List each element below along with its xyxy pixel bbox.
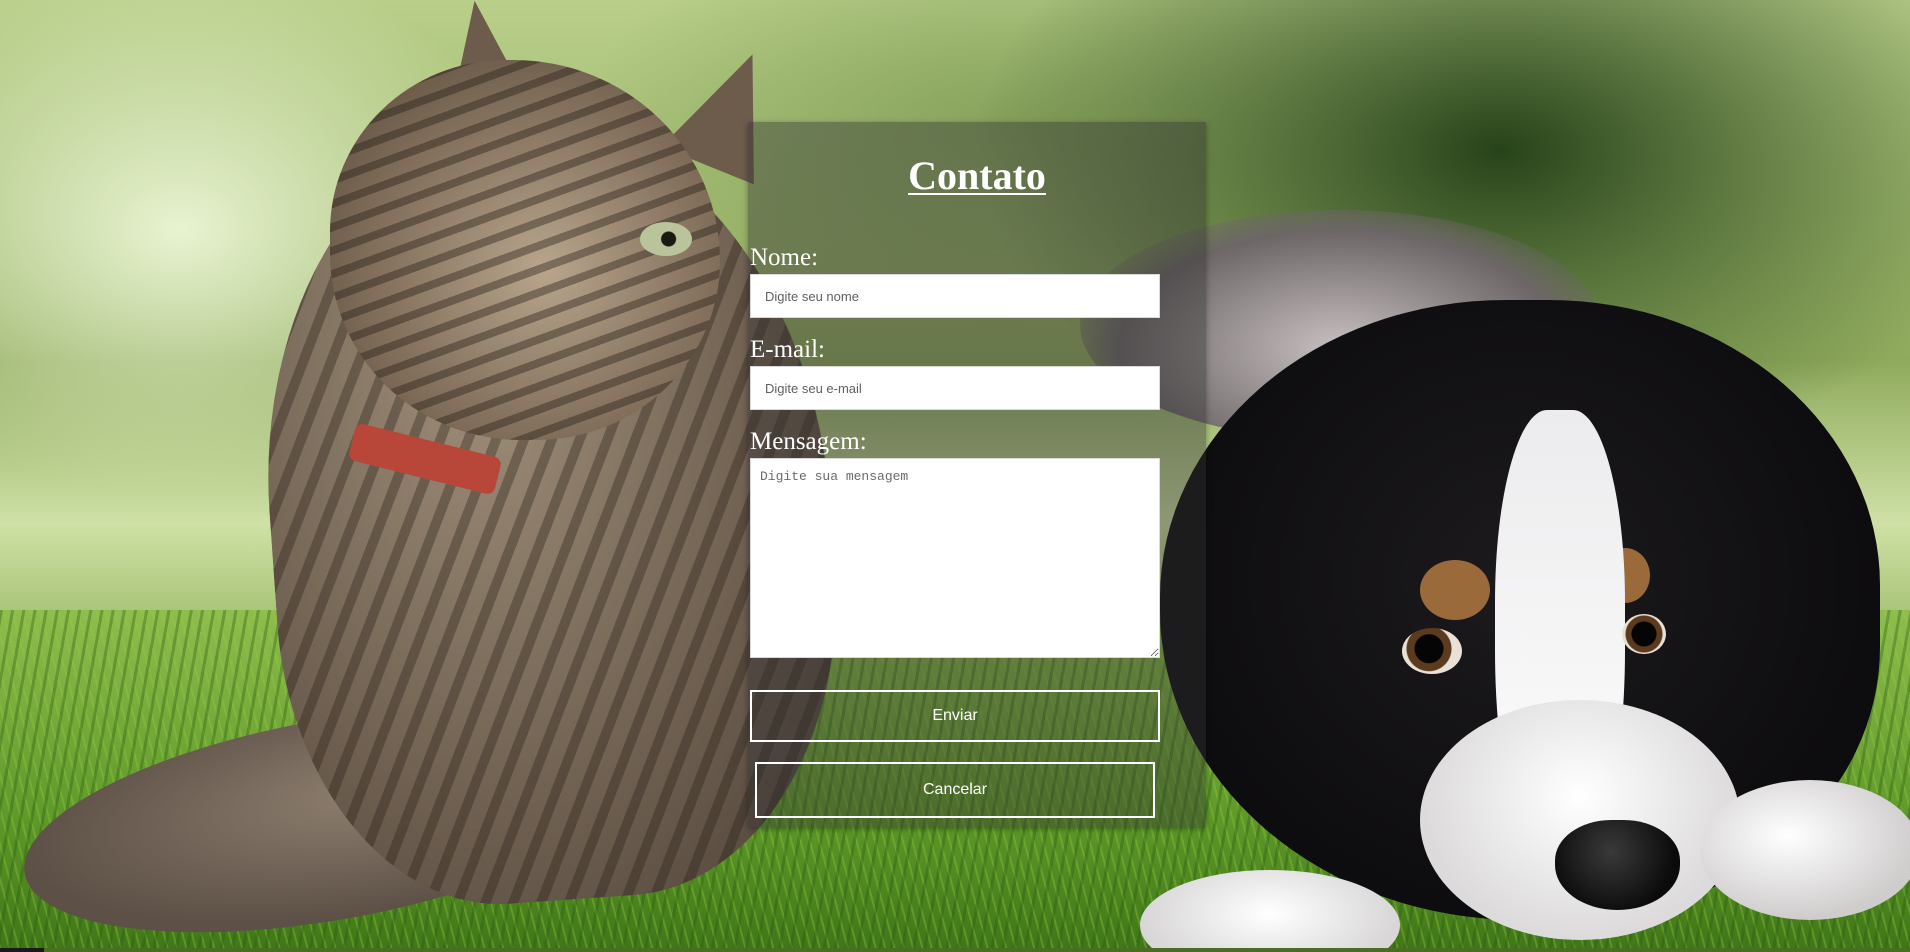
- background-dog-muzzle: [1420, 700, 1740, 940]
- background-dog-nose: [1555, 820, 1680, 910]
- background-dog-eye-left: [1402, 628, 1462, 674]
- cancel-button[interactable]: Cancelar: [755, 762, 1155, 818]
- background-dog-eye-right: [1622, 614, 1666, 654]
- background-dog-paw-right: [1700, 780, 1910, 920]
- email-input[interactable]: [750, 366, 1160, 410]
- send-button[interactable]: Enviar: [750, 690, 1160, 742]
- email-label: E-mail:: [750, 336, 825, 363]
- form-title: Contato: [908, 153, 1046, 198]
- message-textarea[interactable]: [750, 458, 1160, 658]
- background-dog-tan-mark-left: [1420, 560, 1490, 620]
- bottom-edge: [0, 948, 1910, 952]
- message-label: Mensagem:: [750, 428, 867, 455]
- background-cat-eye: [640, 222, 692, 256]
- contact-form: Contato Nome: E-mail: Mensagem: Enviar C…: [748, 122, 1206, 827]
- name-label: Nome:: [750, 244, 819, 271]
- bottom-edge-dark: [0, 948, 44, 952]
- name-input[interactable]: [750, 274, 1160, 318]
